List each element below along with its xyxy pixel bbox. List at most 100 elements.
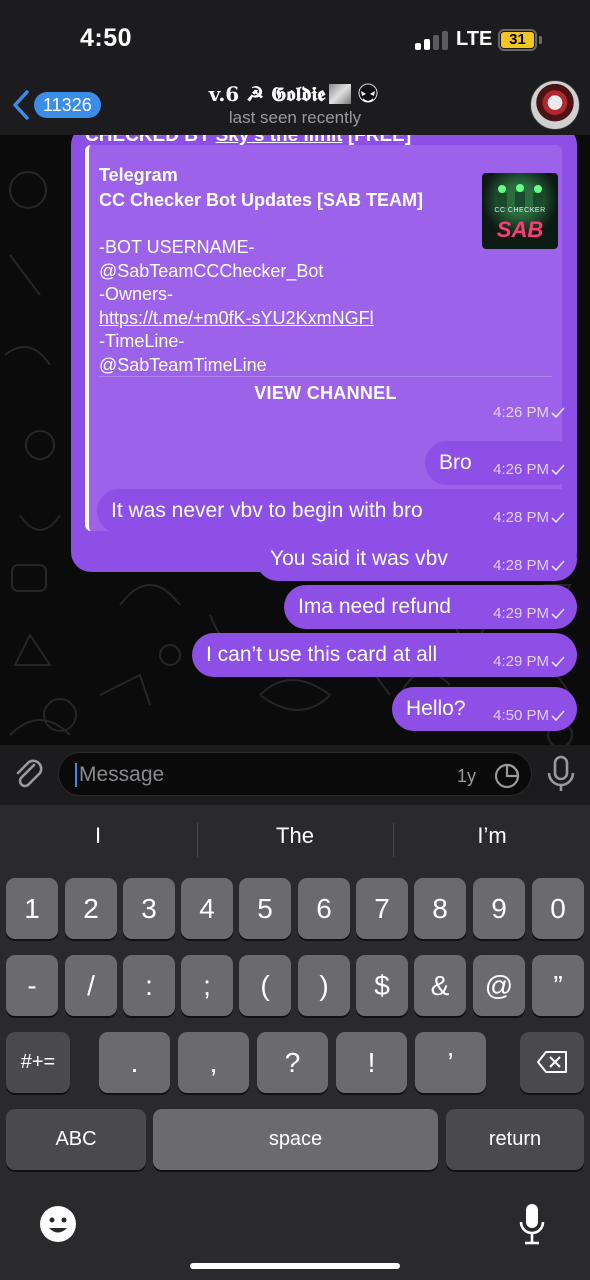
key-at[interactable]: @ — [473, 955, 525, 1016]
message-meta: 4:26 PM — [493, 461, 565, 478]
desc-link[interactable]: https://t.me/+m0fK-sYU2KxmNGFl — [99, 307, 374, 331]
message-meta: 4:50 PM — [493, 707, 565, 724]
space-key[interactable]: space — [153, 1109, 438, 1170]
venom-emoji-icon — [358, 83, 378, 103]
message-meta: 4:26 PM — [493, 404, 565, 421]
read-check-icon — [551, 560, 565, 571]
text-caret — [75, 763, 77, 787]
return-key[interactable]: return — [446, 1109, 584, 1170]
key-dollar[interactable]: $ — [356, 955, 408, 1016]
suggestion-2[interactable]: The — [197, 823, 393, 849]
message-bubble[interactable]: It was never vbv to begin with bro 4:28 … — [97, 489, 577, 533]
read-check-icon — [551, 464, 565, 475]
message-time: 4:26 PM — [493, 461, 549, 478]
title-decoration-icon — [329, 84, 352, 104]
message-meta: 4:28 PM — [493, 509, 565, 526]
key-slash[interactable]: / — [65, 955, 117, 1016]
view-channel-button[interactable]: VIEW CHANNEL — [89, 383, 562, 404]
home-indicator — [190, 1263, 400, 1269]
message-text: Hello? — [406, 697, 466, 720]
key-semicolon[interactable]: ; — [181, 955, 233, 1016]
preview-description: -BOT USERNAME- @SabTeamCCChecker_Bot -Ow… — [99, 236, 374, 377]
key-5[interactable]: 5 — [239, 878, 291, 939]
message-placeholder: Message — [79, 763, 165, 786]
key-apostrophe[interactable]: ’ — [415, 1032, 486, 1093]
message-meta: 4:28 PM — [493, 557, 565, 574]
message-input[interactable]: Message 1y — [58, 752, 532, 796]
message-text: I can’t use this card at all — [206, 643, 438, 666]
key-1[interactable]: 1 — [6, 878, 58, 939]
key-question[interactable]: ? — [257, 1032, 328, 1093]
battery-level: 31 — [501, 32, 534, 48]
contact-avatar[interactable] — [530, 80, 580, 130]
delete-key[interactable] — [520, 1032, 584, 1093]
message-bubble[interactable]: Hello? 4:50 PM — [392, 687, 577, 731]
chat-title: v.6 ☭ 𝕲𝖔𝖑𝖉𝖎𝖊 — [208, 82, 326, 106]
message-time: 4:29 PM — [493, 605, 549, 622]
key-9[interactable]: 9 — [473, 878, 525, 939]
self-destruct-timer-label[interactable]: 1y — [457, 766, 476, 787]
read-check-icon — [551, 656, 565, 667]
thumbnail-caption: CC CHECKER — [494, 207, 546, 214]
key-8[interactable]: 8 — [414, 878, 466, 939]
message-text: You said it was vbv — [270, 547, 448, 570]
key-ampersand[interactable]: & — [414, 955, 466, 1016]
timer-icon[interactable] — [493, 762, 521, 790]
message-time: 4:28 PM — [493, 557, 549, 574]
key-4[interactable]: 4 — [181, 878, 233, 939]
message-meta: 4:29 PM — [493, 605, 565, 622]
last-seen-status: last seen recently — [228, 108, 362, 127]
key-hyphen[interactable]: - — [6, 955, 58, 1016]
key-close-paren[interactable]: ) — [298, 955, 350, 1016]
key-open-paren[interactable]: ( — [239, 955, 291, 1016]
paperclip-icon[interactable] — [12, 757, 46, 791]
key-exclamation[interactable]: ! — [336, 1032, 407, 1093]
preview-thumbnail[interactable]: CC CHECKER SAB — [482, 173, 558, 249]
message-bubble[interactable]: Bro 4:26 PM — [425, 441, 577, 485]
backspace-icon — [537, 1051, 567, 1073]
desc-line: -Owners- — [99, 284, 174, 304]
chat-header: 11326 v.6 ☭ 𝕲𝖔𝖑𝖉𝖎𝖊 last seen recently — [0, 80, 590, 135]
message-bubble[interactable]: I can’t use this card at all 4:29 PM — [192, 633, 577, 677]
signal-icon — [415, 30, 449, 50]
key-quote[interactable]: ” — [532, 955, 584, 1016]
desc-line: @SabTeamCCChecker_Bot — [99, 260, 324, 281]
chat-messages[interactable]: CHECKED BY Sky's the limit [FREE] Telegr… — [0, 135, 590, 745]
message-text: It was never vbv to begin with bro — [111, 499, 423, 522]
read-check-icon — [551, 710, 565, 721]
battery-icon: 31 — [498, 29, 537, 51]
key-period[interactable]: . — [99, 1032, 170, 1093]
message-bubble[interactable]: You said it was vbv 4:28 PM — [256, 537, 577, 581]
key-3[interactable]: 3 — [123, 878, 175, 939]
battery-cap — [539, 36, 542, 44]
network-type: LTE — [456, 28, 493, 50]
desc-line: @SabTeamTimeLine — [99, 354, 267, 375]
status-bar: 4:50 LTE 31 — [0, 0, 590, 80]
message-time: 4:50 PM — [493, 707, 549, 724]
status-time: 4:50 — [80, 24, 133, 52]
key-more-symbols[interactable]: #+= — [6, 1032, 70, 1093]
message-text: Bro — [439, 451, 472, 474]
message-bubble[interactable]: Ima need refund 4:29 PM — [284, 585, 577, 629]
key-6[interactable]: 6 — [298, 878, 350, 939]
message-text: Ima need refund — [298, 595, 451, 618]
suggestion-3[interactable]: I’m — [394, 823, 590, 849]
read-check-icon — [551, 608, 565, 619]
card-divider — [99, 376, 552, 377]
dictation-mic-icon[interactable] — [518, 1202, 546, 1246]
microphone-icon[interactable] — [545, 755, 577, 793]
suggestion-1[interactable]: I — [0, 823, 196, 849]
message-meta: 4:29 PM — [493, 653, 565, 670]
key-2[interactable]: 2 — [65, 878, 117, 939]
key-0[interactable]: 0 — [532, 878, 584, 939]
key-colon[interactable]: : — [123, 955, 175, 1016]
key-7[interactable]: 7 — [356, 878, 408, 939]
preview-site-name: Telegram — [99, 165, 178, 185]
message-time: 4:28 PM — [493, 509, 549, 526]
key-comma[interactable]: , — [178, 1032, 249, 1093]
abc-key[interactable]: ABC — [6, 1109, 146, 1170]
chat-title-row[interactable]: v.6 ☭ 𝕲𝖔𝖑𝖉𝖎𝖊 — [0, 82, 590, 106]
emoji-icon[interactable] — [38, 1204, 78, 1244]
thumbnail-brand: SAB — [496, 217, 544, 242]
desc-line: -TimeLine- — [99, 331, 185, 351]
